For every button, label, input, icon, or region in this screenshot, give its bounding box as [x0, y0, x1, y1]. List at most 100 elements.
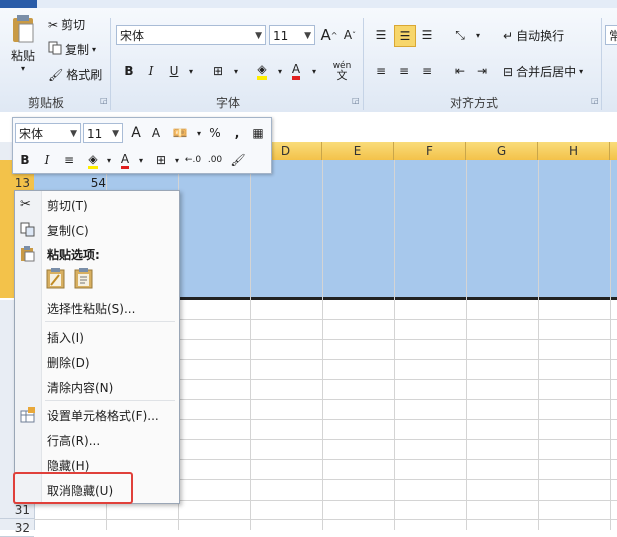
menu-item-copy[interactable]: 复制(C) — [47, 222, 89, 239]
file-tab[interactable] — [0, 0, 37, 8]
unhide-highlight-box — [13, 472, 133, 504]
align-left-button[interactable]: ≡ — [371, 61, 391, 81]
paste-dropdown-arrow[interactable]: ▾ — [21, 64, 25, 73]
number-format-value: 常 — [609, 29, 617, 43]
row-header-32[interactable]: 32 — [0, 519, 34, 537]
menu-separator — [45, 321, 175, 322]
borders-icon: ⊞ — [212, 64, 224, 78]
clipboard-group-label: 剪贴板 — [28, 96, 65, 110]
format-cells-icon: ▦ — [252, 126, 264, 140]
chevron-down-icon: ▾ — [579, 67, 584, 76]
column-header-e[interactable]: E — [322, 142, 394, 160]
gridline — [34, 519, 617, 520]
decrease-indent-button[interactable]: ⇤ — [450, 61, 470, 81]
font-color-dropdown-arrow[interactable]: ▾ — [304, 61, 324, 81]
column-header-g[interactable]: G — [466, 142, 538, 160]
mini-font-size-combo[interactable]: 11 ▼ — [83, 123, 123, 143]
mini-font-name-combo[interactable]: 宋体 ▼ — [15, 123, 81, 143]
copy-label: 复制 — [65, 43, 90, 57]
borders-button[interactable]: ⊞ — [208, 61, 228, 81]
merge-cells-icon: ⊟ — [503, 64, 514, 79]
menu-item-insert[interactable]: 插入(I) — [47, 329, 84, 346]
wrap-text-icon: ↵ — [503, 28, 514, 43]
chevron-down-icon: ▼ — [112, 129, 119, 139]
format-painter-label: 格式刷 — [66, 68, 103, 82]
cut-button[interactable]: ✂ 剪切 — [48, 16, 85, 33]
menu-item-row-height[interactable]: 行高(R)... — [47, 432, 100, 449]
paste-icon — [20, 246, 36, 262]
paste-formats-icon[interactable] — [45, 267, 67, 289]
increase-indent-button[interactable]: ⇥ — [472, 61, 492, 81]
mini-increase-decimal-button[interactable]: ←.0 — [183, 150, 203, 170]
shrink-font-button[interactable]: Aˇ — [340, 25, 360, 45]
menu-item-paste-options: 粘贴选项: — [47, 248, 100, 262]
menu-item-clear-contents[interactable]: 清除内容(N) — [47, 379, 113, 396]
column-header-h[interactable]: H — [538, 142, 610, 160]
group-separator — [601, 18, 602, 110]
copy-button[interactable]: 复制 ▾ — [48, 41, 96, 58]
underline-dropdown-arrow[interactable]: ▾ — [181, 61, 201, 81]
context-menu: ✂ 剪切(T) 复制(C) 粘贴选项: 选择性粘贴(S)... 插入(I) 删除… — [14, 190, 180, 504]
menu-item-paste-special[interactable]: 选择性粘贴(S)... — [47, 300, 135, 317]
align-center-button[interactable]: ≡ — [394, 61, 414, 81]
copy-dropdown-arrow[interactable]: ▾ — [92, 45, 96, 54]
paste-values-icon[interactable] — [73, 267, 95, 289]
mini-number-format-button[interactable]: 💴 — [170, 123, 190, 143]
column-header-i[interactable] — [610, 142, 617, 160]
paint-bucket-icon: ◈ — [257, 62, 267, 80]
align-right-button[interactable]: ≡ — [417, 61, 437, 81]
font-name-value: 宋体 — [120, 29, 145, 43]
brush-icon: 🖌 — [230, 153, 246, 167]
font-color-icon: A — [120, 152, 130, 169]
orientation-button[interactable]: ⤡ — [450, 25, 470, 45]
mini-grow-font-button[interactable]: A — [126, 123, 146, 143]
paste-button[interactable]: 粘贴 ▾ — [8, 14, 38, 73]
number-format-combo[interactable]: 常 — [605, 25, 617, 45]
format-painter-button[interactable]: 🖌 格式刷 — [48, 66, 102, 83]
alignment-dialog-launcher-icon[interactable]: ◲ — [591, 96, 599, 105]
brush-icon: 🖌 — [48, 67, 64, 82]
clipboard-dialog-launcher-icon[interactable]: ◲ — [100, 96, 108, 105]
alignment-group-label: 对齐方式 — [450, 96, 499, 110]
font-color-button[interactable]: A — [286, 61, 306, 81]
italic-button[interactable]: I — [141, 61, 161, 81]
orientation-dropdown-arrow[interactable]: ▾ — [468, 25, 488, 45]
group-separator — [363, 18, 364, 110]
scissors-icon: ✂ — [48, 17, 59, 32]
align-top-button[interactable]: ☰ — [371, 25, 391, 45]
bold-button[interactable]: B — [119, 61, 139, 81]
mini-shrink-font-button[interactable]: A — [146, 123, 166, 143]
wrap-text-button[interactable]: ↵ 自动换行 — [503, 27, 564, 44]
merge-center-button[interactable]: ⊟ 合并后居中 ▾ — [503, 63, 583, 80]
gridline — [322, 160, 323, 530]
mini-bold-button[interactable]: B — [15, 150, 35, 170]
chevron-down-icon: ▼ — [255, 31, 262, 41]
column-header-f[interactable]: F — [394, 142, 466, 160]
mini-italic-button[interactable]: I — [37, 150, 57, 170]
gridline — [250, 160, 251, 530]
font-size-combo[interactable]: 11 ▼ — [269, 25, 315, 45]
align-middle-button[interactable]: ☰ — [394, 25, 416, 47]
fill-color-button[interactable]: ◈ — [252, 61, 272, 81]
phonetic-guide-button[interactable]: wén 文 — [328, 58, 356, 84]
borders-dropdown-arrow[interactable]: ▾ — [226, 61, 246, 81]
mini-decrease-decimal-button[interactable]: .00 — [205, 150, 225, 170]
mini-font-color-dropdown-arrow[interactable]: ▾ — [131, 150, 151, 170]
mini-format-cells-button[interactable]: ▦ — [248, 123, 268, 143]
menu-item-cut[interactable]: 剪切(T) — [47, 197, 88, 214]
mini-comma-button[interactable]: , — [227, 123, 247, 143]
align-bottom-button[interactable]: ☰ — [417, 25, 437, 45]
copy-icon — [48, 41, 62, 58]
cut-label: 剪切 — [61, 18, 86, 32]
menu-item-delete[interactable]: 删除(D) — [47, 354, 90, 371]
wrap-text-label: 自动换行 — [516, 29, 565, 43]
menu-item-format-cells[interactable]: 设置单元格格式(F)... — [47, 407, 159, 424]
scissors-icon: ✂ — [20, 197, 31, 212]
grow-font-button[interactable]: A ^ — [319, 25, 339, 45]
mini-format-painter-button[interactable]: 🖌 — [228, 150, 248, 170]
font-dialog-launcher-icon[interactable]: ◲ — [352, 96, 360, 105]
cell-value[interactable]: 54 — [70, 176, 106, 190]
mini-center-button[interactable]: ≡ — [59, 150, 79, 170]
font-name-combo[interactable]: 宋体 ▼ — [116, 25, 266, 45]
mini-percent-button[interactable]: % — [205, 123, 225, 143]
